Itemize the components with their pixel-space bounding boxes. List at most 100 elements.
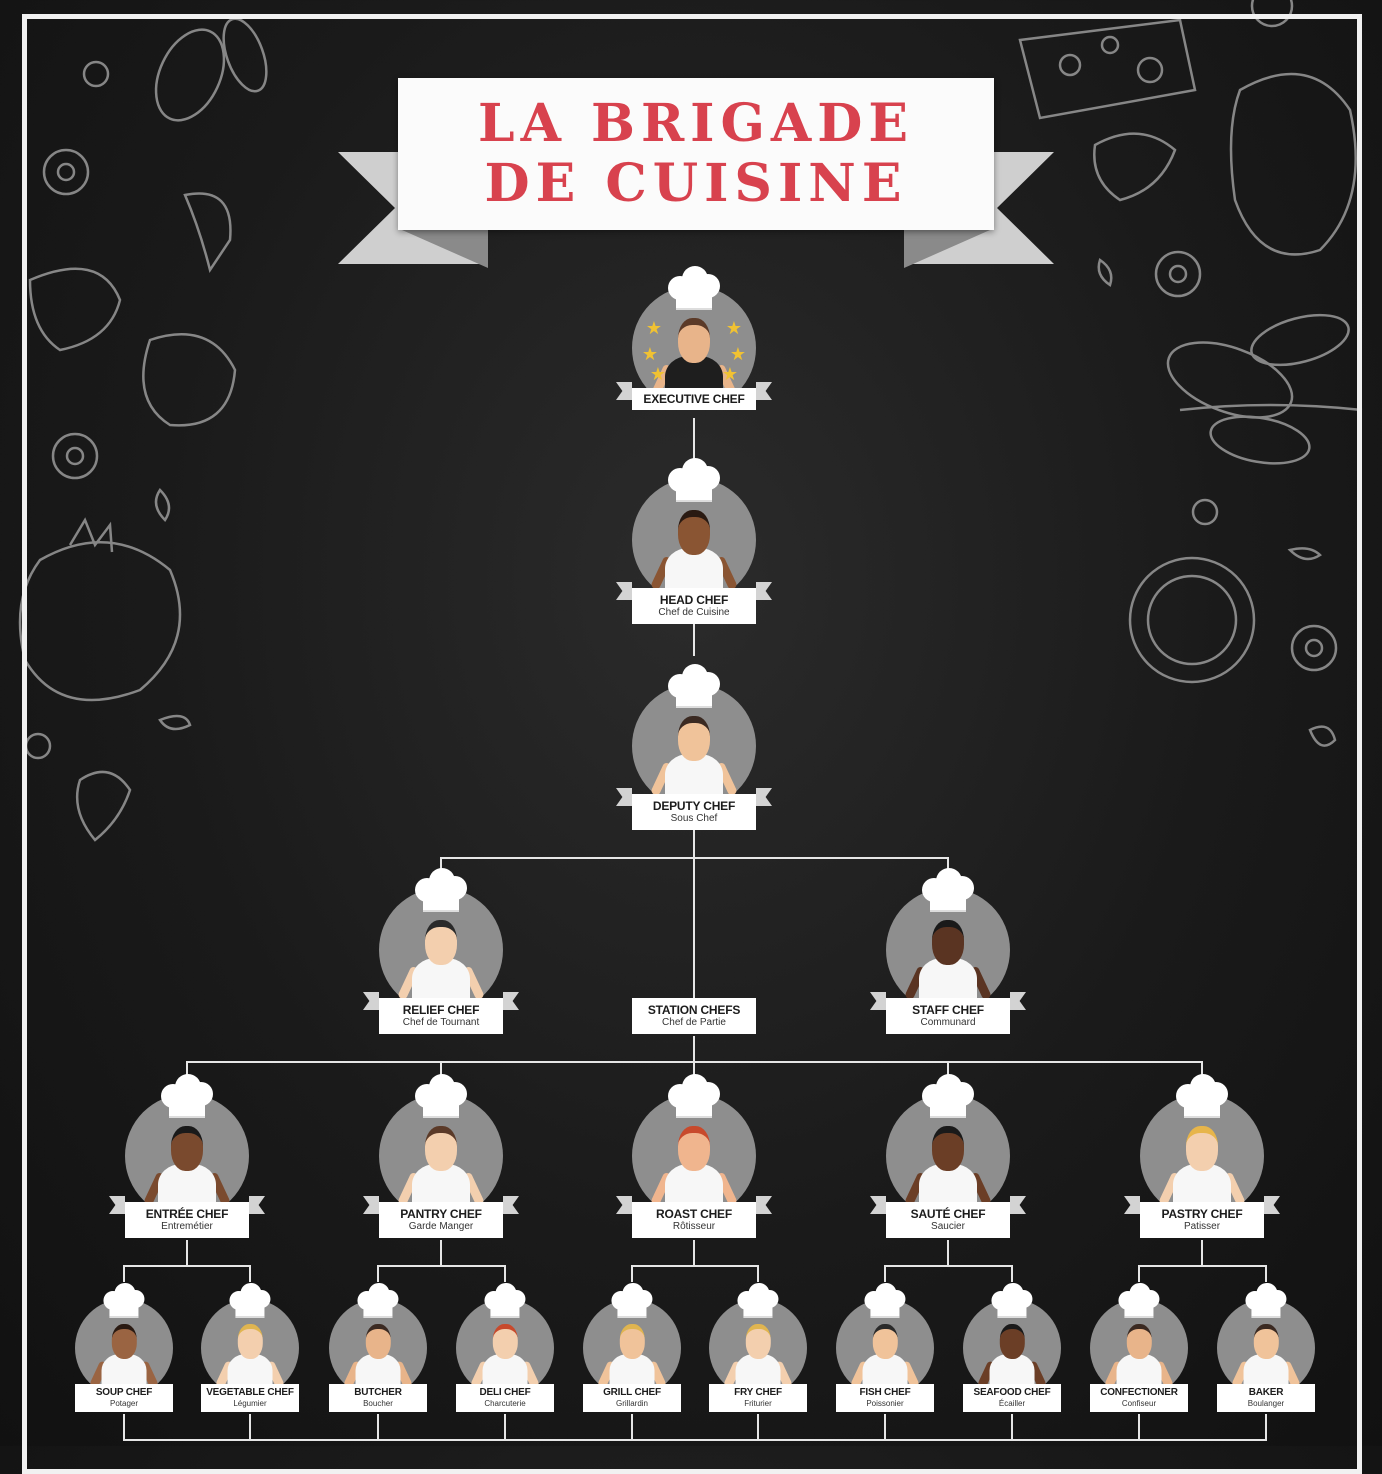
chef-label: FISH CHEF Poissonier — [836, 1384, 934, 1412]
chef-hat-icon — [1245, 1283, 1287, 1319]
ribbon-right — [756, 382, 772, 400]
chef-face — [678, 1126, 710, 1171]
chef-face — [999, 1324, 1025, 1360]
chef-title: SAUTÉ CHEF — [910, 1207, 986, 1221]
chef-title: CONFECTIONER — [1100, 1387, 1178, 1398]
chef-face — [678, 716, 710, 761]
chef-face — [492, 1324, 518, 1360]
chef-face — [425, 920, 457, 965]
chef-subtitle: Chef de Tournant — [402, 1017, 480, 1028]
chef-title: SOUP CHEF — [95, 1387, 153, 1398]
chef-label: ROAST CHEF Rôtisseur — [616, 1196, 772, 1238]
chef-face — [111, 1324, 137, 1360]
ribbon-left — [616, 1196, 632, 1214]
ribbon-left — [109, 1196, 125, 1214]
chef-title: VEGETABLE CHEF — [206, 1387, 294, 1398]
chef-hat-icon — [415, 1074, 467, 1118]
chef-subtitle: Boucher — [363, 1399, 393, 1408]
chef-label: SOUP CHEF Potager — [75, 1384, 173, 1412]
chef-face — [171, 1126, 203, 1171]
chef-face — [619, 1324, 645, 1360]
chef-title: STATION CHEFS — [647, 1003, 741, 1017]
star-icon: ★ — [642, 344, 658, 364]
chef-figure — [396, 908, 486, 1012]
chef-label: BAKER Boulanger — [1217, 1384, 1315, 1412]
chef-face — [237, 1324, 263, 1360]
chef-subtitle: Communard — [920, 1017, 976, 1028]
title-line-1: LA BRIGADE — [478, 93, 914, 154]
ribbon-left — [616, 582, 632, 600]
chef-hat-icon — [737, 1283, 779, 1319]
ribbon-right — [756, 788, 772, 806]
chef-subtitle: Boulanger — [1247, 1399, 1285, 1408]
chef-hat-icon — [229, 1283, 271, 1319]
ribbon-right — [756, 582, 772, 600]
star-icon: ★ — [730, 344, 746, 364]
chef-subtitle: Potager — [109, 1399, 139, 1408]
chef-label: SAUTÉ CHEF Saucier — [870, 1196, 1026, 1238]
chef-hat-icon — [484, 1283, 526, 1319]
chef-face — [745, 1324, 771, 1360]
ribbon-left — [1124, 1196, 1140, 1214]
chef-subtitle: Rôtisseur — [672, 1221, 716, 1232]
chef-label: STATION CHEFS Chef de Partie — [632, 998, 756, 1034]
ribbon-right — [756, 1196, 772, 1214]
chef-subtitle: Légumier — [233, 1399, 267, 1408]
chef-label: HEAD CHEF Chef de Cuisine — [616, 582, 772, 624]
ribbon-right — [1010, 992, 1026, 1010]
shrimp-doodle — [28, 267, 122, 352]
chef-face — [932, 920, 964, 965]
chef-hat-icon — [415, 868, 467, 912]
chef-hat-icon — [103, 1283, 145, 1319]
ribbon-right — [249, 1196, 265, 1214]
chef-hat-icon — [668, 664, 720, 708]
chef-hat-icon — [991, 1283, 1033, 1319]
ribbon-left — [616, 788, 632, 806]
ribbon-right — [1264, 1196, 1280, 1214]
ribbon-left — [616, 382, 632, 400]
chef-face — [1126, 1324, 1152, 1360]
chef-subtitle: Écailler — [998, 1399, 1026, 1408]
chef-subtitle: Grillardin — [615, 1399, 648, 1408]
title-banner-face: LA BRIGADE DE CUISINE — [398, 78, 994, 230]
tomato-doodle — [18, 540, 182, 702]
chef-hat-icon — [1118, 1283, 1160, 1319]
chef-subtitle: Garde Manger — [408, 1221, 474, 1232]
ribbon-right — [1010, 1196, 1026, 1214]
chef-label: CONFECTIONER Confiseur — [1090, 1384, 1188, 1412]
chef-title: EXECUTIVE CHEF — [643, 392, 745, 406]
basil-doodle — [75, 770, 132, 842]
chef-subtitle: Chef de Partie — [662, 1017, 726, 1028]
chef-title: DELI CHEF — [479, 1387, 531, 1398]
chef-figure — [903, 908, 993, 1012]
chef-face — [425, 1126, 457, 1171]
chef-hat-icon — [161, 1074, 213, 1118]
tomato-half-doodle — [1128, 556, 1256, 684]
chef-hat-icon — [357, 1283, 399, 1319]
chef-title: GRILL CHEF — [603, 1387, 661, 1398]
star-icon: ★ — [650, 364, 666, 384]
pepper-slice-doodle — [142, 333, 237, 427]
chef-title: DEPUTY CHEF — [652, 799, 736, 813]
chef-label: SEAFOOD CHEF Écailler — [963, 1384, 1061, 1412]
chef-subtitle: Saucier — [931, 1221, 965, 1232]
chef-hat-icon — [1176, 1074, 1228, 1118]
chef-label: STAFF CHEF Communard — [870, 992, 1026, 1034]
chef-title: BUTCHER — [354, 1387, 402, 1398]
ribbon-right — [503, 1196, 519, 1214]
chef-subtitle: Patisser — [1183, 1221, 1221, 1232]
chef-subtitle: Poissonier — [866, 1399, 904, 1408]
chef-subtitle: Entremétier — [161, 1221, 213, 1232]
chef-label: ENTRÉE CHEF Entremétier — [109, 1196, 265, 1238]
chef-face — [872, 1324, 898, 1360]
chef-face — [678, 510, 710, 555]
chef-subtitle: Chef de Cuisine — [658, 607, 730, 618]
ribbon-left — [870, 992, 886, 1010]
chef-hat-icon — [922, 868, 974, 912]
ribbon-left — [870, 1196, 886, 1214]
chef-title: ROAST CHEF — [655, 1207, 732, 1221]
chef-label: VEGETABLE CHEF Légumier — [201, 1384, 299, 1412]
chef-hat-icon — [668, 458, 720, 502]
chef-subtitle: Friturier — [744, 1399, 772, 1408]
chef-title: BAKER — [1248, 1387, 1284, 1398]
